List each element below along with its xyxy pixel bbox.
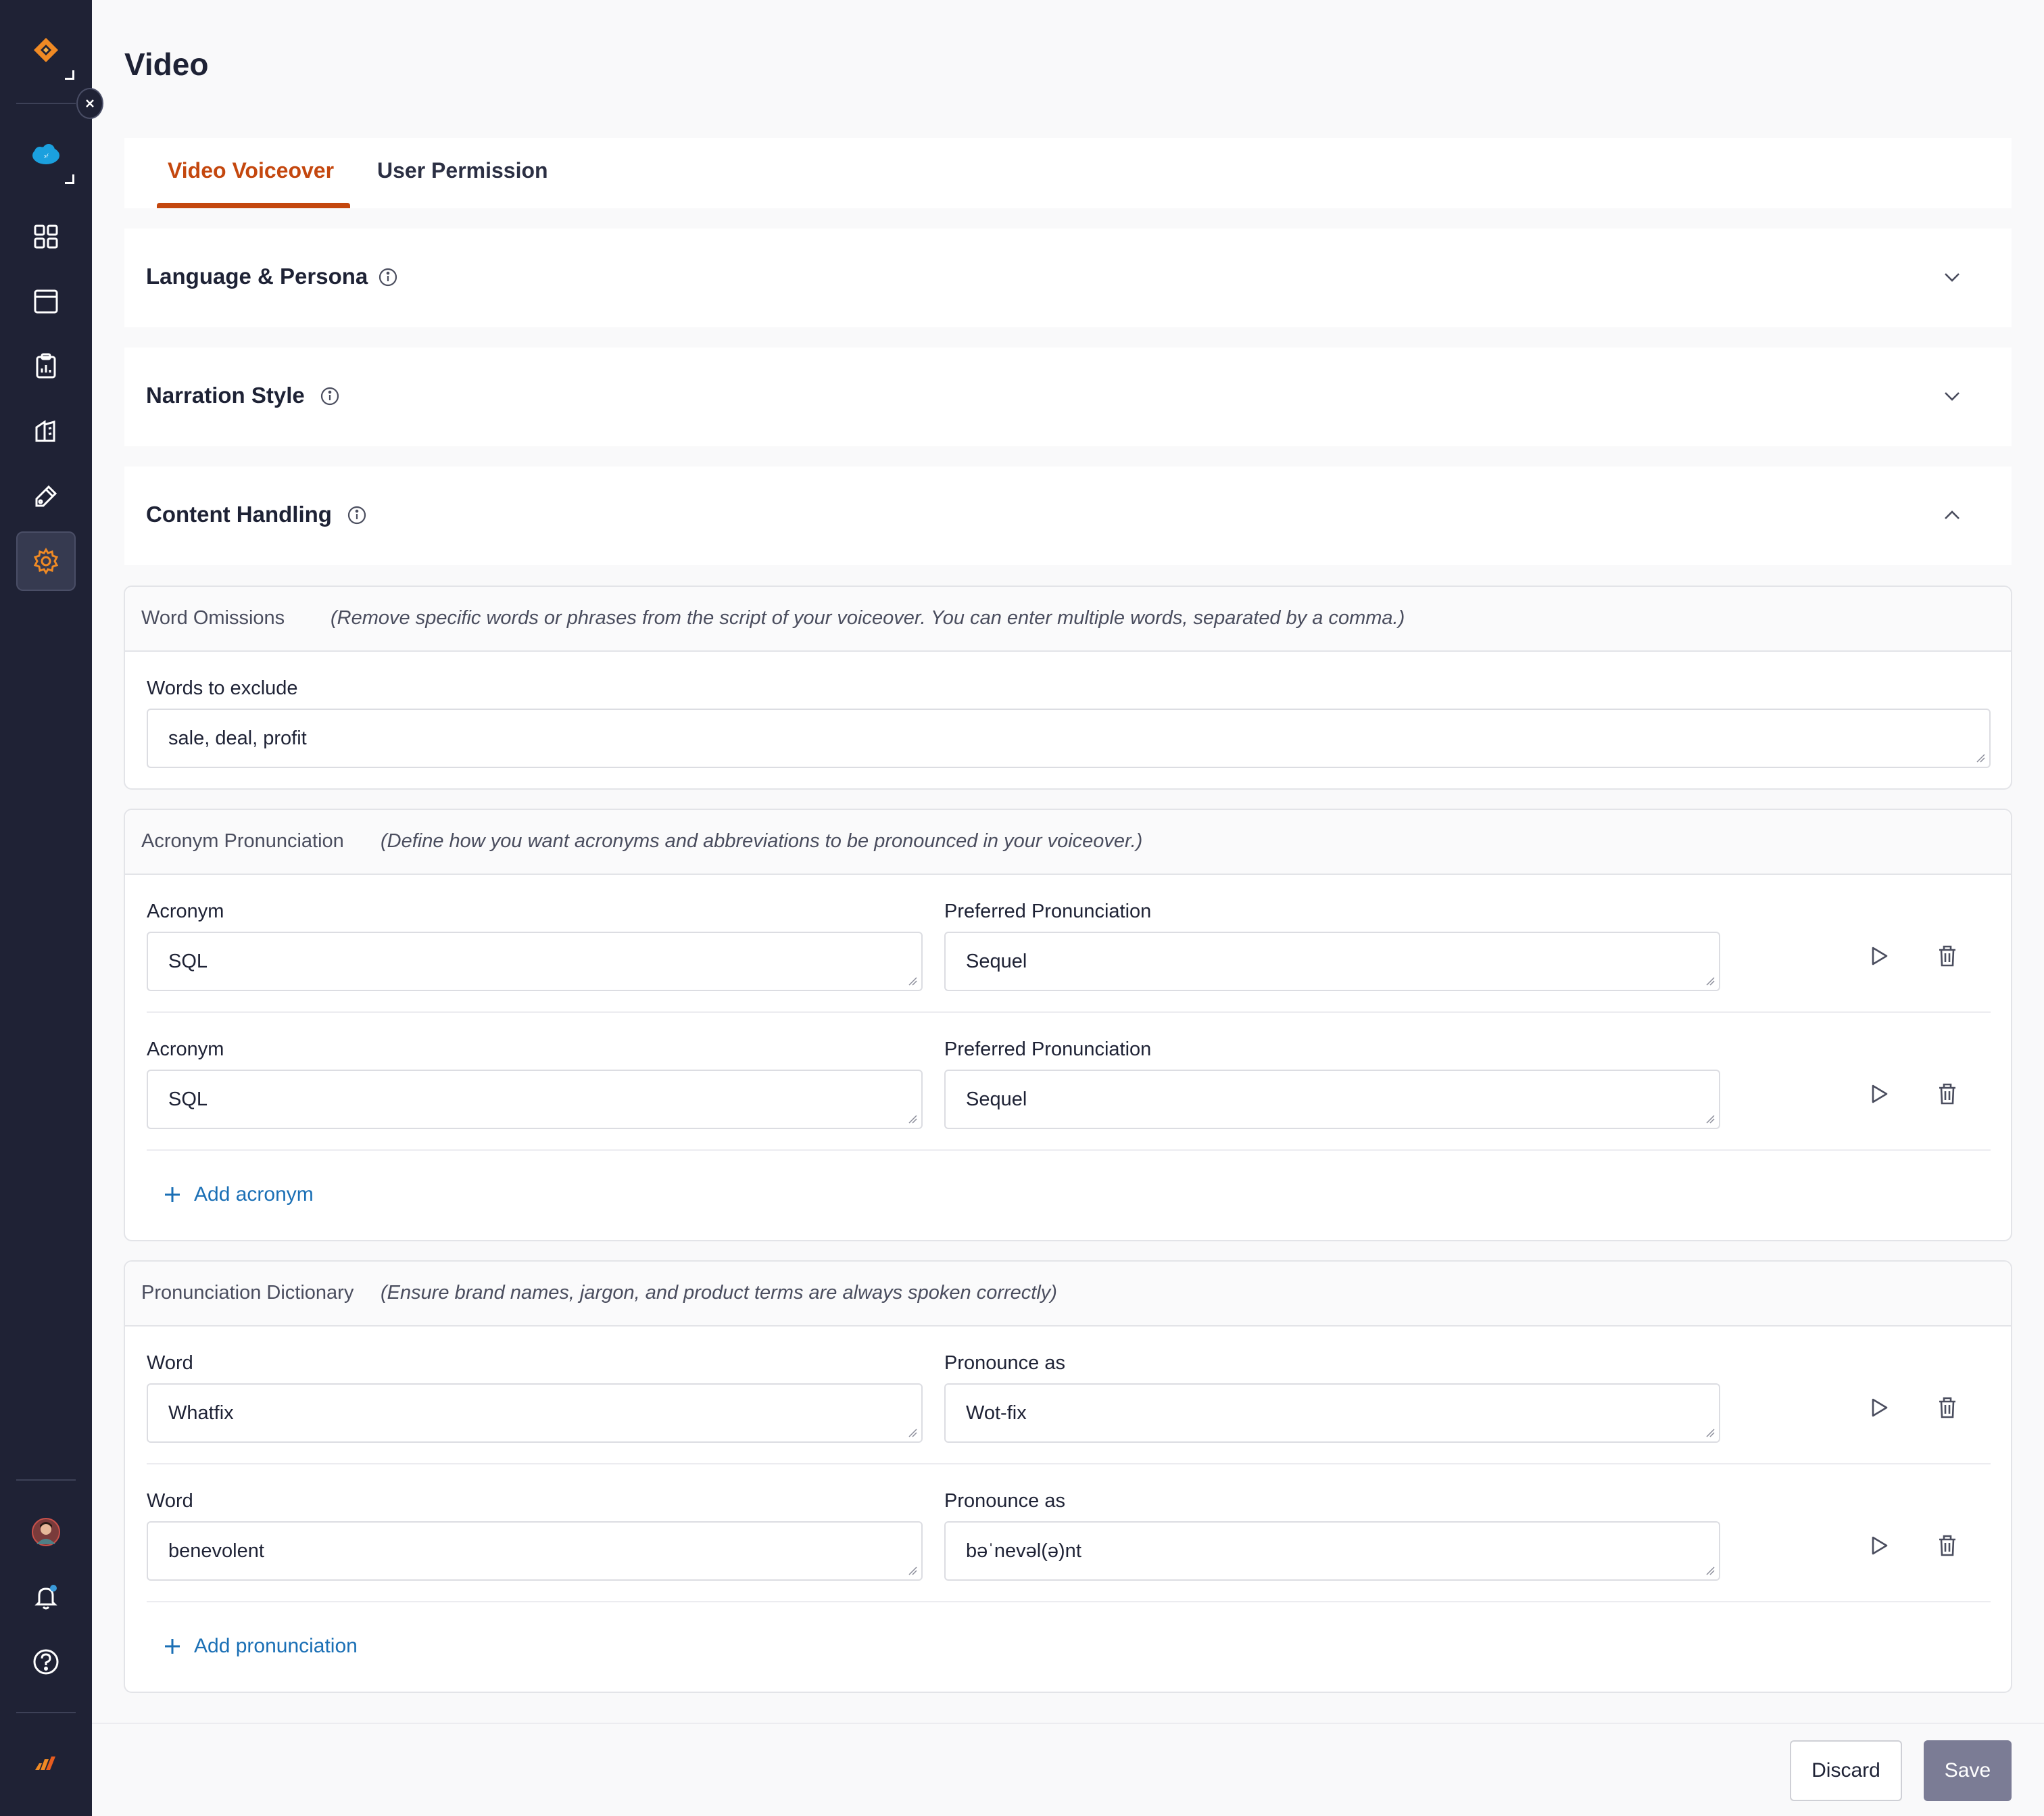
discard-button[interactable]: Discard [1790,1740,1902,1801]
preferred-pronunciation-label: Preferred Pronunciation [944,901,1152,922]
page-title: Video [124,47,209,82]
word-label: Word [147,1352,193,1374]
play-icon[interactable] [1865,942,1892,970]
resize-handle-icon[interactable] [1705,976,1715,986]
panel-title: Word Omissions [141,607,285,629]
panel-title: Acronym Pronunciation [141,830,344,852]
accordion-title: Narration Style [146,383,305,408]
content-icon[interactable] [16,402,76,461]
chevron-up-icon[interactable] [1940,503,1964,527]
info-icon[interactable] [319,385,341,407]
resize-handle-icon[interactable] [1976,753,1985,763]
resize-handle-icon[interactable] [908,1428,917,1437]
resize-handle-icon[interactable] [908,1566,917,1575]
accordion-narration-style[interactable]: Narration Style [124,348,2012,446]
accordion-title: Language & Persona [146,264,368,289]
panel-description: (Ensure brand names, jargon, and product… [381,1282,1057,1304]
report-icon[interactable] [16,337,76,396]
panel-description: (Remove specific words or phrases from t… [331,607,1405,629]
acronym-input[interactable]: SQL [147,1070,923,1129]
word-input[interactable]: benevolent [147,1521,923,1581]
add-pronunciation-button[interactable]: Add pronunciation [163,1635,358,1658]
acronym-pronunciation-panel: Acronym Pronunciation (Define how you wa… [124,809,2012,1241]
field-value: benevolent [168,1540,264,1562]
add-acronym-label: Add acronym [194,1183,314,1205]
field-value: bəˈnevəl(ə)nt [966,1540,1081,1562]
preferred-pronunciation-label: Preferred Pronunciation [944,1038,1152,1060]
chevron-down-icon[interactable] [1940,265,1964,289]
accordion-title: Content Handling [146,502,332,527]
pronounce-as-input[interactable]: bəˈnevəl(ə)nt [944,1521,1720,1581]
collapse-sidebar-button[interactable] [76,88,103,119]
accordion-content-handling[interactable]: Content Handling [124,467,2012,565]
add-pronunciation-label: Add pronunciation [194,1635,358,1657]
word-omissions-panel: Word Omissions (Remove specific words or… [124,586,2012,790]
pronounce-as-label: Pronounce as [944,1490,1065,1512]
add-acronym-button[interactable]: Add acronym [163,1183,314,1206]
field-value: Whatfix [168,1402,234,1424]
field-value: SQL [168,951,208,972]
save-button[interactable]: Save [1924,1740,2012,1801]
play-icon[interactable] [1865,1080,1892,1107]
info-icon[interactable] [346,504,368,526]
word-label: Word [147,1490,193,1512]
trash-icon[interactable] [1934,1532,1961,1559]
field-value: SQL [168,1089,208,1110]
trash-icon[interactable] [1934,1394,1961,1421]
panel-title: Pronunciation Dictionary [141,1282,354,1304]
play-icon[interactable] [1865,1394,1892,1421]
whatfix-logo-icon[interactable] [16,1735,76,1794]
resize-handle-icon[interactable] [908,1114,917,1124]
settings-icon[interactable] [16,531,76,591]
preferred-pronunciation-input[interactable]: Sequel [944,932,1720,991]
trash-icon[interactable] [1934,942,1961,970]
acronym-label: Acronym [147,1038,224,1060]
chevron-down-icon[interactable] [1940,384,1964,408]
sidebar: sf [0,0,103,1816]
resize-handle-icon[interactable] [1705,1566,1715,1575]
field-value: Sequel [966,1089,1027,1110]
tab-user-permission[interactable]: User Permission [377,158,548,183]
help-icon[interactable] [16,1632,76,1692]
tabs-bar: Video Voiceover User Permission [124,138,2012,208]
pronounce-as-input[interactable]: Wot-fix [944,1383,1720,1443]
preferred-pronunciation-input[interactable]: Sequel [944,1070,1720,1129]
words-to-exclude-label: Words to exclude [147,677,298,699]
avatar[interactable] [16,1502,76,1562]
play-icon[interactable] [1865,1532,1892,1559]
word-input[interactable]: Whatfix [147,1383,923,1443]
pronunciation-dictionary-panel: Pronunciation Dictionary (Ensure brand n… [124,1260,2012,1693]
plus-icon [165,1187,180,1202]
acronym-input[interactable]: SQL [147,932,923,991]
panel-description: (Define how you want acronyms and abbrev… [381,830,1143,852]
panel-header: Acronym Pronunciation (Define how you wa… [125,810,2011,875]
plus-icon [165,1639,180,1654]
words-to-exclude-input[interactable]: sale, deal, profit [147,709,1991,768]
bell-icon[interactable] [16,1567,76,1627]
pronounce-as-label: Pronounce as [944,1352,1065,1374]
dashboard-icon[interactable] [16,207,76,266]
design-icon[interactable] [16,467,76,526]
resize-handle-icon[interactable] [1705,1428,1715,1437]
panel-header: Pronunciation Dictionary (Ensure brand n… [125,1262,2011,1327]
field-value: sale, deal, profit [168,727,307,749]
field-value: Wot-fix [966,1402,1027,1424]
resize-handle-icon[interactable] [908,976,917,986]
active-tab-indicator [157,203,350,208]
info-icon[interactable] [377,266,399,288]
trash-icon[interactable] [1934,1080,1961,1107]
footer-divider [92,1723,2044,1724]
panel-header: Word Omissions (Remove specific words or… [125,587,2011,652]
resize-handle-icon[interactable] [1705,1114,1715,1124]
acronym-label: Acronym [147,901,224,922]
calendar-icon[interactable] [16,272,76,331]
accordion-language-persona[interactable]: Language & Persona [124,229,2012,327]
field-value: Sequel [966,951,1027,972]
tab-video-voiceover[interactable]: Video Voiceover [168,158,334,183]
